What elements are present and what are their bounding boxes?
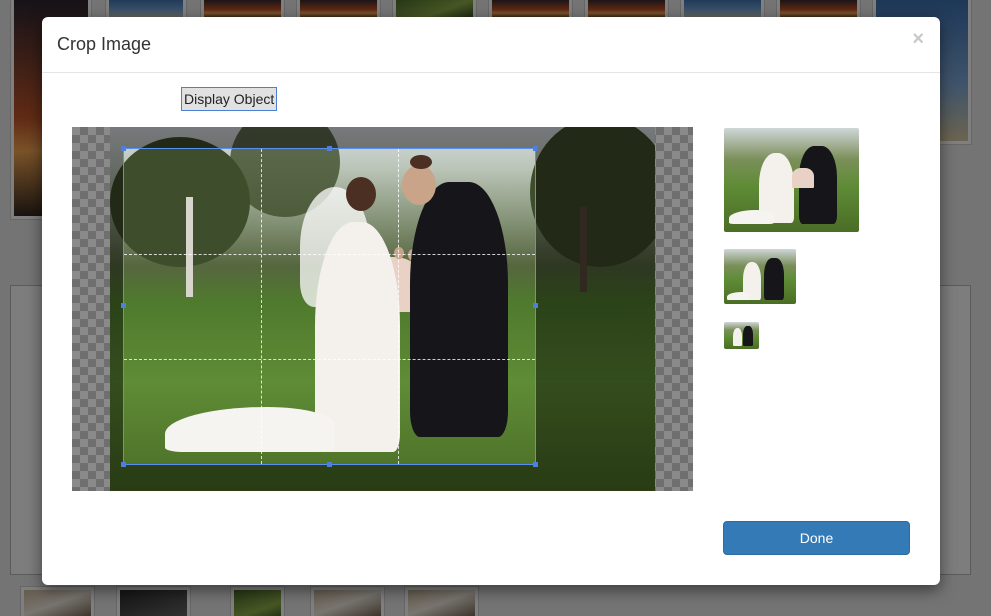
crop-preview-large — [724, 128, 859, 232]
crop-handle-ne[interactable] — [533, 146, 538, 151]
done-button[interactable]: Done — [723, 521, 910, 555]
crop-guide-vertical — [260, 149, 262, 464]
modal-header: Crop Image × — [42, 17, 940, 73]
display-object-button[interactable]: Display Object — [181, 87, 278, 111]
crop-canvas[interactable] — [72, 127, 693, 491]
modal-title: Crop Image — [57, 34, 152, 54]
crop-preview-small — [724, 322, 759, 349]
crop-handle-s[interactable] — [327, 462, 332, 467]
crop-handle-n[interactable] — [327, 146, 332, 151]
crop-guide-vertical — [397, 149, 399, 464]
crop-selection[interactable] — [121, 146, 538, 467]
crop-handle-nw[interactable] — [121, 146, 126, 151]
crop-guide-horizontal — [124, 358, 535, 360]
crop-handle-sw[interactable] — [121, 462, 126, 467]
crop-guide-horizontal — [124, 253, 535, 255]
crop-handle-e[interactable] — [533, 303, 538, 308]
close-icon[interactable]: × — [912, 29, 924, 49]
crop-image-modal: Crop Image × Display Object Done — [42, 17, 940, 585]
crop-handle-w[interactable] — [121, 303, 126, 308]
crop-handle-se[interactable] — [533, 462, 538, 467]
crop-preview-medium — [724, 249, 796, 304]
